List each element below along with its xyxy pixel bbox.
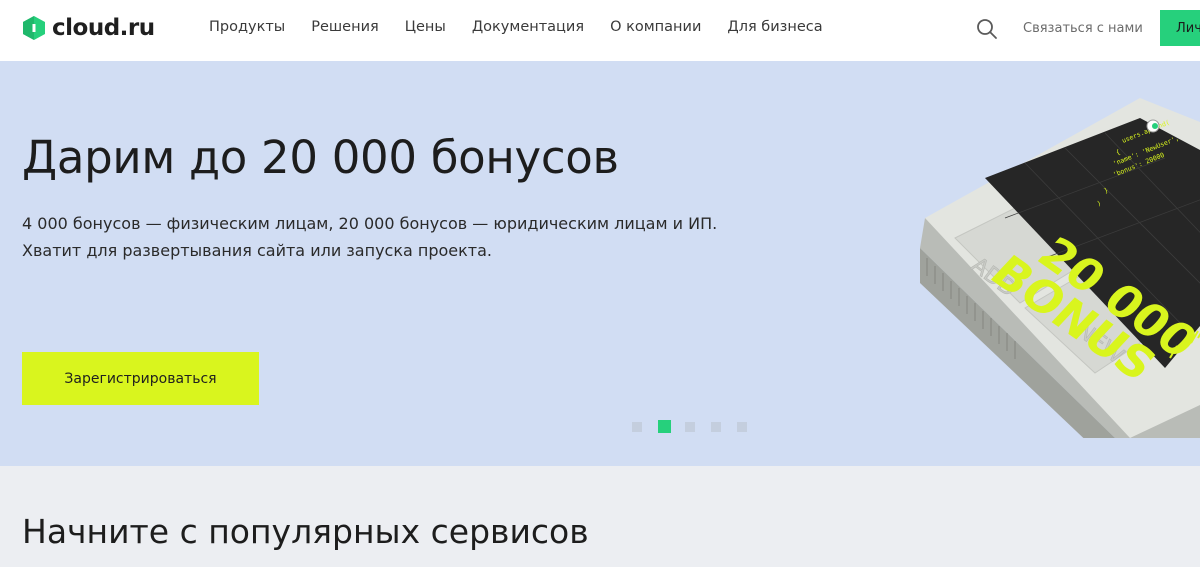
slider-dot-2-active[interactable] <box>658 420 671 433</box>
hero-title: Дарим до 20 000 бонусов <box>22 131 619 184</box>
hero-subtitle-line-2: Хватит для развертывания сайта или запус… <box>22 241 493 260</box>
logo-text: cloud.ru <box>52 15 155 41</box>
nav-item-solutions[interactable]: Решения <box>311 19 378 35</box>
register-button[interactable]: Зарегистрироваться <box>22 352 259 405</box>
hero-banner: Дарим до 20 000 бонусов 4 000 бонусов — … <box>0 61 1200 466</box>
section-title: Начните с популярных сервисов <box>22 512 589 551</box>
nav-item-about[interactable]: О компании <box>610 19 701 35</box>
bonus-device-illustration: ADD NEW users.append( { 'name': 'NewUser… <box>920 98 1200 438</box>
logo[interactable]: cloud.ru <box>22 15 155 41</box>
slider-dots <box>632 420 763 433</box>
nav-item-business[interactable]: Для бизнеса <box>727 19 822 35</box>
slider-dot-5[interactable] <box>737 421 747 432</box>
slider-dot-1[interactable] <box>632 421 642 432</box>
contact-us-link[interactable]: Связаться с нами <box>1023 21 1143 36</box>
search-icon[interactable] <box>975 17 999 41</box>
slider-dot-3[interactable] <box>685 421 695 432</box>
nav-item-docs[interactable]: Документация <box>472 19 584 35</box>
slider-dot-4[interactable] <box>711 421 721 432</box>
nav-item-products[interactable]: Продукты <box>209 19 285 35</box>
main-nav: Продукты Решения Цены Документация О ком… <box>209 19 849 35</box>
hero-subtitle: 4 000 бонусов — физическим лицам, 20 000… <box>22 210 717 264</box>
hero-subtitle-line-1: 4 000 бонусов — физическим лицам, 20 000… <box>22 214 718 233</box>
popular-services-section: Начните с популярных сервисов <box>0 466 1200 567</box>
cloud-logo-icon <box>23 16 45 40</box>
nav-item-pricing[interactable]: Цены <box>405 19 446 35</box>
site-header: cloud.ru Продукты Решения Цены Документа… <box>0 0 1200 61</box>
account-button[interactable]: Личный кабинет <box>1160 10 1200 46</box>
